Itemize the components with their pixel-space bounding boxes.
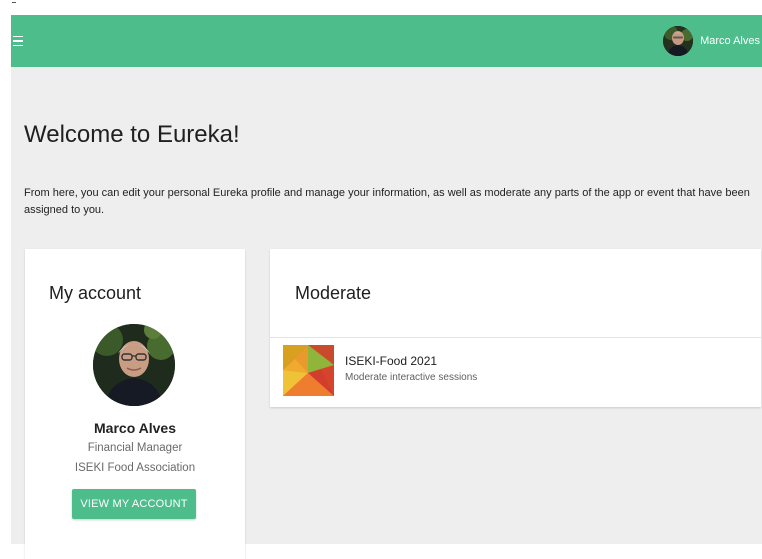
hamburger-menu-icon[interactable] <box>13 34 27 48</box>
moderate-title: Moderate <box>295 283 372 303</box>
my-account-title: My account <box>49 283 142 303</box>
view-my-account-button[interactable]: VIEW MY ACCOUNT <box>72 489 196 519</box>
user-menu[interactable]: Marco Alves <box>663 26 762 56</box>
my-account-card: My account Marco Alves Financial Manager… <box>25 249 245 559</box>
moderate-card: Moderate ISEKI-Food 2021 Moderate intera… <box>270 249 761 407</box>
app-header: Marco Alves <box>11 15 762 67</box>
account-name: Marco Alves <box>94 420 176 436</box>
event-thumbnail <box>283 345 334 396</box>
header-user-name[interactable]: Marco Alves <box>700 35 760 47</box>
welcome-description: From here, you can edit your personal Eu… <box>24 187 750 216</box>
top-edge-mark <box>12 2 16 3</box>
profile-photo <box>93 324 175 406</box>
event-name[interactable]: ISEKI-Food 2021 <box>345 354 437 368</box>
page-title: Welcome to Eureka! <box>24 121 240 148</box>
event-subtitle: Moderate interactive sessions <box>345 372 478 383</box>
user-avatar[interactable] <box>663 26 694 56</box>
account-organization: ISEKI Food Association <box>74 462 196 474</box>
moderate-event-item[interactable]: ISEKI-Food 2021 Moderate interactive ses… <box>270 338 761 407</box>
main-content: Welcome to Eureka! From here, you can ed… <box>11 67 762 559</box>
account-role: Financial Manager <box>87 442 183 454</box>
